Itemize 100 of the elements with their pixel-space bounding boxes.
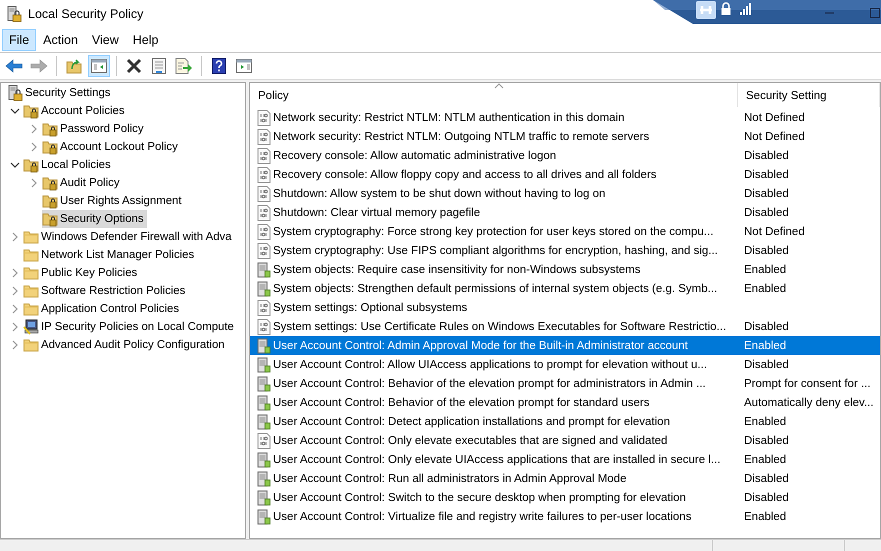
- tree-item[interactable]: Application Control Policies: [23, 300, 182, 318]
- expand-caret-icon[interactable]: [12, 322, 18, 332]
- back-icon: [5, 59, 23, 73]
- signal-icon: [740, 3, 751, 15]
- delete-icon: [126, 58, 142, 74]
- security-setting: Automatically deny elev...: [744, 396, 874, 408]
- policy-row[interactable]: User Account Control: Behavior of the elevation prompt for standard users Automatically deny elev...: [250, 393, 880, 412]
- expand-caret-icon[interactable]: [12, 304, 18, 314]
- policy-row[interactable]: User Account Control: Only elevate executables that are signed and validated Disabled: [250, 431, 880, 450]
- restore-icon[interactable]: [870, 8, 880, 18]
- minimize-icon[interactable]: [825, 12, 834, 14]
- policy-row[interactable]: Shutdown: Clear virtual memory pagefile Disabled: [250, 203, 880, 222]
- expand-caret-icon[interactable]: [31, 142, 37, 152]
- tree-item[interactable]: IP Security Policies on Local Compute: [23, 318, 237, 336]
- policy-row[interactable]: User Account Control: Behavior of the elevation prompt for administrators in Admin ... Prompt for consent for ...: [250, 374, 880, 393]
- properties-icon: [152, 58, 166, 74]
- security-setting: Disabled: [744, 320, 789, 332]
- policy-name: System objects: Require case insensitivity for non-Windows subsystems: [273, 264, 641, 276]
- policy-row[interactable]: User Account Control: Virtualize file and registry write failures to per-user locations Enabled: [250, 507, 880, 526]
- folder-up-icon: [66, 58, 82, 74]
- collapse-caret-icon[interactable]: [10, 162, 20, 168]
- policy-row[interactable]: Recovery console: Allow floppy copy and access to all drives and all folders Disabled: [250, 165, 880, 184]
- column-header[interactable]: Security Setting: [738, 83, 880, 107]
- security-setting: Enabled: [744, 264, 786, 276]
- collapse-caret-icon[interactable]: [10, 108, 20, 114]
- lock-icon: [722, 2, 730, 15]
- policy-name: User Account Control: Only elevate executables that are signed and validated: [273, 434, 668, 446]
- policy-name: System settings: Use Certificate Rules on Windows Executables for Software Restrictio...: [273, 320, 726, 332]
- server-policy-icon: [257, 356, 271, 372]
- policy-row[interactable]: System cryptography: Force strong key protection for user keys stored on the compu... Not Defined: [250, 222, 880, 241]
- tree-item[interactable]: Windows Defender Firewall with Adva: [23, 228, 235, 246]
- tree-item[interactable]: User Rights Assignment: [42, 192, 185, 210]
- column-header[interactable]: Policy: [250, 83, 738, 107]
- expand-caret-icon[interactable]: [31, 178, 37, 188]
- policy-icon: [257, 432, 271, 448]
- locked-folder-icon: [42, 175, 58, 191]
- expand-caret-icon[interactable]: [12, 232, 18, 242]
- tree-item[interactable]: Advanced Audit Policy Configuration: [23, 336, 228, 354]
- policy-row[interactable]: User Account Control: Allow UIAccess applications to prompt for elevation without u... Disabled: [250, 355, 880, 374]
- tree-item[interactable]: Password Policy: [42, 120, 147, 138]
- server-policy-icon: [257, 262, 271, 278]
- security-setting: Enabled: [744, 416, 786, 428]
- tree-item[interactable]: Account Lockout Policy: [42, 138, 181, 156]
- folder-icon: [23, 283, 39, 299]
- menu-item[interactable]: Help: [126, 29, 166, 51]
- policy-row[interactable]: System settings: Use Certificate Rules on Windows Executables for Software Restrictio... Disabled: [250, 317, 880, 336]
- policy-row[interactable]: Network security: Restrict NTLM: Outgoing NTLM traffic to remote servers Not Defined: [250, 127, 880, 146]
- expand-caret-icon[interactable]: [12, 340, 18, 350]
- folder-icon: [23, 337, 39, 353]
- server-policy-icon: [257, 394, 271, 410]
- tree-item[interactable]: Public Key Policies: [23, 264, 140, 282]
- menu-item[interactable]: File: [2, 29, 36, 51]
- policy-row[interactable]: Network security: Restrict NTLM: NTLM authentication in this domain Not Defined: [250, 108, 880, 127]
- policy-name: System settings: Optional subsystems: [273, 302, 468, 314]
- tree-item[interactable]: Network List Manager Policies: [23, 246, 198, 264]
- policy-name: User Account Control: Virtualize file and registry write failures to per-user locations: [273, 510, 692, 522]
- locked-folder-icon: [42, 211, 58, 227]
- folder-icon: [23, 229, 39, 245]
- security-setting: Disabled: [744, 150, 789, 162]
- policy-row[interactable]: User Account Control: Switch to the secure desktop when prompting for elevation Disabled: [250, 488, 880, 507]
- expand-caret-icon[interactable]: [31, 124, 37, 134]
- locked-folder-icon: [42, 193, 58, 209]
- policy-name: User Account Control: Only elevate UIAccess applications that are installed in secure l...: [273, 454, 720, 466]
- security-setting: Disabled: [744, 206, 789, 218]
- policy-row[interactable]: Recovery console: Allow automatic administrative logon Disabled: [250, 146, 880, 165]
- policy-name: Recovery console: Allow automatic administrative logon: [273, 150, 556, 162]
- policy-name: User Account Control: Behavior of the elevation prompt for administrators in Admin ...: [273, 378, 706, 390]
- policy-row[interactable]: System settings: Optional subsystems: [250, 298, 880, 317]
- policy-name: User Account Control: Run all administrators in Admin Approval Mode: [273, 472, 626, 484]
- policy-row[interactable]: System cryptography: Use FIPS compliant algorithms for encryption, hashing, and sig... Disabled: [250, 241, 880, 260]
- policy-name: System cryptography: Use FIPS compliant algorithms for encryption, hashing, and sig...: [273, 244, 718, 256]
- policy-row[interactable]: System objects: Strengthen default permissions of internal system objects (e.g. Symb... Enabled: [250, 279, 880, 298]
- tree-item[interactable]: Account Policies: [23, 102, 128, 120]
- server-policy-icon: [257, 490, 271, 506]
- tree-item[interactable]: Software Restriction Policies: [23, 282, 188, 300]
- policy-name: System objects: Strengthen default permissions of internal system objects (e.g. Symb...: [273, 282, 718, 294]
- menu-item[interactable]: Action: [36, 29, 85, 51]
- policy-row[interactable]: User Account Control: Run all administrators in Admin Approval Mode Disabled: [250, 469, 880, 488]
- policy-name: User Account Control: Detect application installations and prompt for elevation: [273, 416, 670, 428]
- security-setting: Enabled: [744, 282, 786, 294]
- expand-caret-icon[interactable]: [12, 268, 18, 278]
- tree-item[interactable]: Security Options: [42, 210, 147, 228]
- policy-row[interactable]: Shutdown: Allow system to be shut down without having to log on Disabled: [250, 184, 880, 203]
- app-icon: [6, 6, 22, 22]
- security-setting: Disabled: [744, 358, 789, 370]
- server-policy-icon: [257, 376, 271, 392]
- tree-item[interactable]: Audit Policy: [42, 174, 123, 192]
- policy-name: User Account Control: Switch to the secure desktop when prompting for elevation: [273, 492, 686, 504]
- help-icon: [212, 58, 226, 74]
- security-setting: Enabled: [744, 510, 786, 522]
- policy-row[interactable]: User Account Control: Only elevate UIAccess applications that are installed in secure l... Enabled: [250, 450, 880, 469]
- tree-item[interactable]: Local Policies: [23, 156, 114, 174]
- policy-row[interactable]: System objects: Require case insensitivity for non-Windows subsystems Enabled: [250, 260, 880, 279]
- security-setting: Disabled: [744, 434, 789, 446]
- policy-icon: [257, 318, 271, 334]
- tree-item[interactable]: Security Settings: [7, 84, 114, 102]
- policy-row[interactable]: User Account Control: Detect application installations and prompt for elevation Enabled: [250, 412, 880, 431]
- expand-caret-icon[interactable]: [12, 286, 18, 296]
- menu-item[interactable]: View: [84, 29, 126, 51]
- policy-row[interactable]: User Account Control: Admin Approval Mode for the Built-in Administrator account Enabled: [250, 336, 880, 355]
